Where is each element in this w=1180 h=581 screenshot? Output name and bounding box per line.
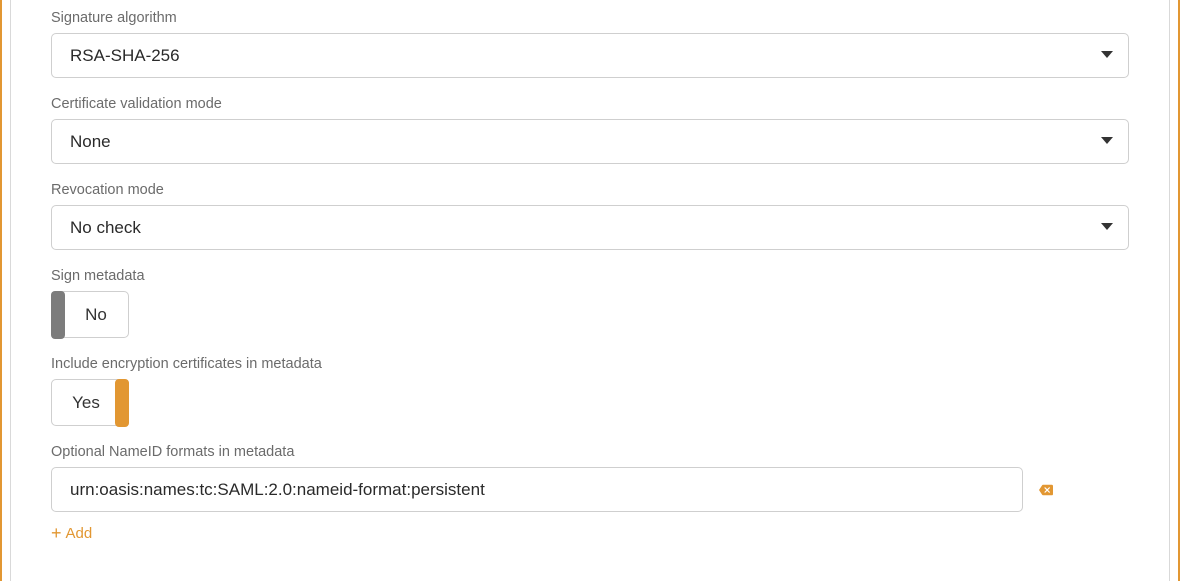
include-encryption-toggle[interactable]: Yes	[51, 379, 129, 426]
cert-validation-label: Certificate validation mode	[51, 96, 1129, 112]
page-frame-outer: Signature algorithm RSA-SHA-256 Certific…	[0, 0, 1180, 581]
nameid-add-button[interactable]: + Add	[51, 524, 92, 542]
cert-validation-select-wrap: None	[51, 119, 1129, 164]
sign-metadata-group: Sign metadata No	[51, 268, 1129, 338]
nameid-add-label: Add	[66, 525, 93, 542]
nameid-label: Optional NameID formats in metadata	[51, 444, 1129, 460]
cert-validation-group: Certificate validation mode None	[51, 96, 1129, 164]
signature-algorithm-group: Signature algorithm RSA-SHA-256	[51, 10, 1129, 78]
signature-algorithm-select[interactable]: RSA-SHA-256	[51, 33, 1129, 78]
revocation-select-wrap: No check	[51, 205, 1129, 250]
include-encryption-group: Include encryption certificates in metad…	[51, 356, 1129, 426]
cert-validation-select[interactable]: None	[51, 119, 1129, 164]
nameid-input[interactable]	[51, 467, 1023, 512]
revocation-label: Revocation mode	[51, 182, 1129, 198]
revocation-group: Revocation mode No check	[51, 182, 1129, 250]
page-frame-inner: Signature algorithm RSA-SHA-256 Certific…	[10, 0, 1170, 581]
nameid-group: Optional NameID formats in metadata + Ad…	[51, 444, 1129, 544]
sign-metadata-toggle[interactable]: No	[51, 291, 129, 338]
include-encryption-label: Include encryption certificates in metad…	[51, 356, 1129, 372]
plus-icon: +	[51, 524, 62, 542]
signature-algorithm-label: Signature algorithm	[51, 10, 1129, 26]
backspace-delete-icon	[1039, 483, 1053, 497]
toggle-handle-icon	[51, 291, 65, 339]
revocation-select[interactable]: No check	[51, 205, 1129, 250]
sign-metadata-label: Sign metadata	[51, 268, 1129, 284]
nameid-delete-button[interactable]	[1039, 483, 1053, 497]
signature-algorithm-select-wrap: RSA-SHA-256	[51, 33, 1129, 78]
toggle-handle-icon	[115, 379, 129, 427]
nameid-row	[51, 467, 1129, 512]
